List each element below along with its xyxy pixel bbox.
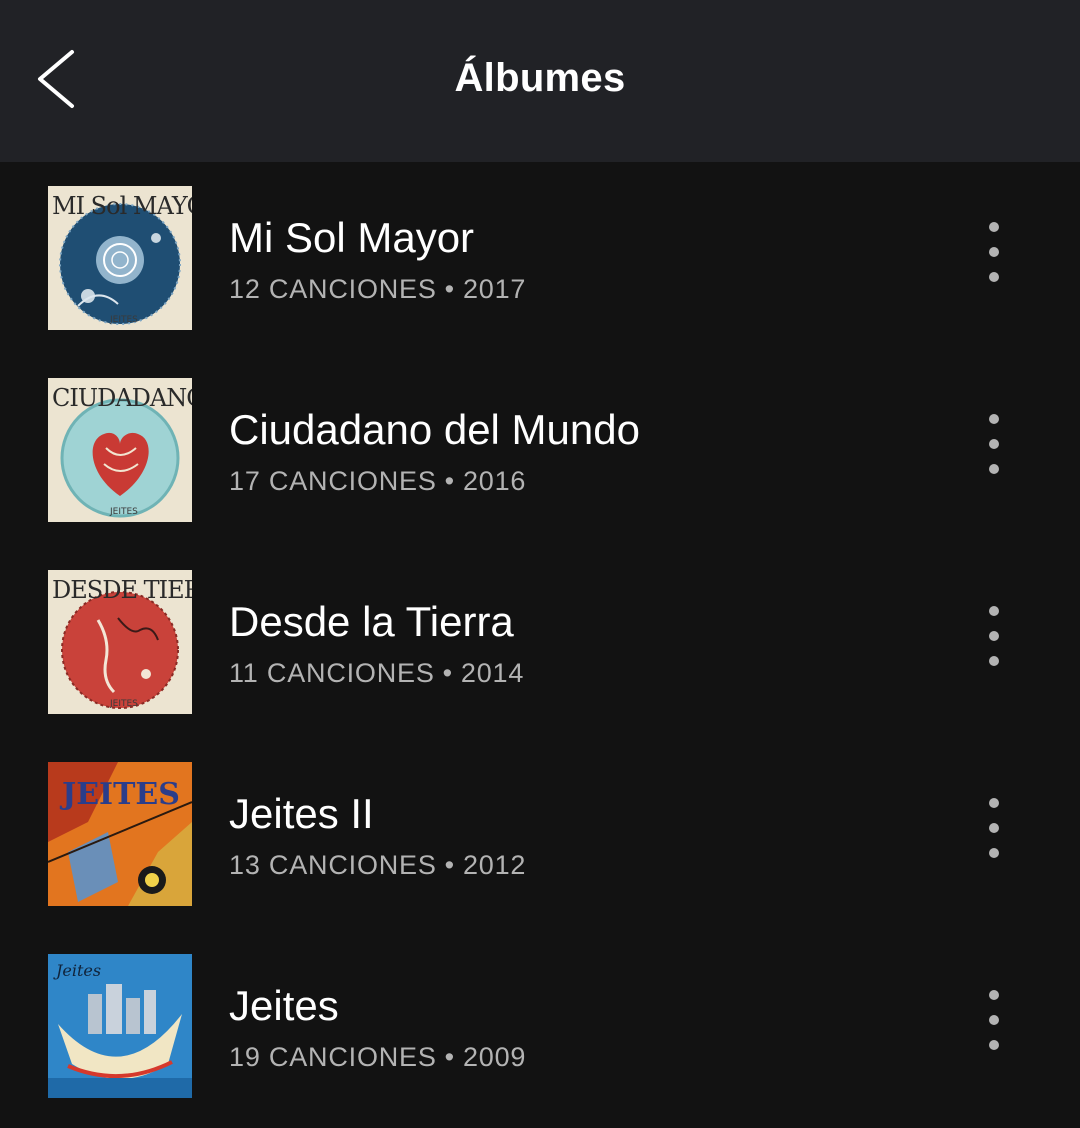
separator: •	[444, 1042, 455, 1072]
page-title: Álbumes	[454, 56, 626, 100]
more-vertical-icon[interactable]	[976, 220, 1012, 286]
list-item[interactable]: DESDE TIERRA JEITES Desde la Tierra 11 C…	[0, 546, 1080, 738]
album-cover: CIUDADANO MUNDO JEITES	[48, 378, 192, 522]
more-vertical-icon[interactable]	[976, 412, 1012, 478]
separator: •	[444, 466, 455, 496]
svg-text:JEITES: JEITES	[109, 315, 138, 325]
release-year: 2009	[462, 1042, 527, 1072]
album-meta: 12 CANCIONES • 2017	[229, 274, 526, 305]
svg-text:DESDE TIERRA: DESDE TIERRA	[52, 576, 192, 604]
song-count: 19 CANCIONES	[229, 1042, 437, 1072]
song-count: 17 CANCIONES	[229, 466, 437, 496]
list-item[interactable]: CIUDADANO MUNDO JEITES Ciudadano del Mun…	[0, 354, 1080, 546]
separator: •	[442, 658, 453, 688]
album-title: Ciudadano del Mundo	[229, 406, 640, 453]
release-year: 2014	[460, 658, 525, 688]
top-bar: Álbumes	[0, 0, 1080, 162]
svg-text:JEITES: JEITES	[109, 699, 138, 709]
more-vertical-icon[interactable]	[976, 604, 1012, 670]
album-meta: 13 CANCIONES • 2012	[229, 850, 526, 881]
album-meta: 19 CANCIONES • 2009	[229, 1042, 526, 1073]
album-title: Desde la Tierra	[229, 598, 514, 645]
album-list: MI Sol MAYOR JEITES Mi Sol Mayor 12 CANC…	[0, 162, 1080, 1122]
album-cover: Jeites	[48, 954, 192, 1098]
album-title: Jeites	[229, 982, 339, 1029]
release-year: 2017	[462, 274, 527, 304]
more-vertical-icon[interactable]	[976, 796, 1012, 862]
album-cover: DESDE TIERRA JEITES	[48, 570, 192, 714]
svg-text:JEITES: JEITES	[59, 777, 180, 812]
svg-text:JEITES: JEITES	[109, 507, 138, 517]
song-count: 12 CANCIONES	[229, 274, 437, 304]
album-meta: 11 CANCIONES • 2014	[229, 658, 524, 689]
svg-text:MI Sol MAYOR: MI Sol MAYOR	[52, 192, 192, 220]
list-item[interactable]: JEITES Jeites II 13 CANCIONES • 2012	[0, 738, 1080, 930]
list-item[interactable]: Jeites Jeites 19 CANCIONES • 2009	[0, 930, 1080, 1122]
album-cover: JEITES	[48, 762, 192, 906]
more-vertical-icon[interactable]	[976, 988, 1012, 1054]
album-cover: MI Sol MAYOR JEITES	[48, 186, 192, 330]
separator: •	[444, 274, 455, 304]
album-title: Mi Sol Mayor	[229, 214, 475, 261]
release-year: 2016	[462, 466, 527, 496]
svg-text:CIUDADANO MUNDO: CIUDADANO MUNDO	[52, 384, 192, 412]
separator: •	[444, 850, 455, 880]
album-meta: 17 CANCIONES • 2016	[229, 466, 526, 497]
song-count: 11 CANCIONES	[229, 658, 435, 688]
list-item[interactable]: MI Sol MAYOR JEITES Mi Sol Mayor 12 CANC…	[0, 162, 1080, 354]
svg-text:Jeites: Jeites	[53, 961, 101, 980]
release-year: 2012	[462, 850, 527, 880]
album-title: Jeites II	[229, 790, 374, 837]
song-count: 13 CANCIONES	[229, 850, 437, 880]
